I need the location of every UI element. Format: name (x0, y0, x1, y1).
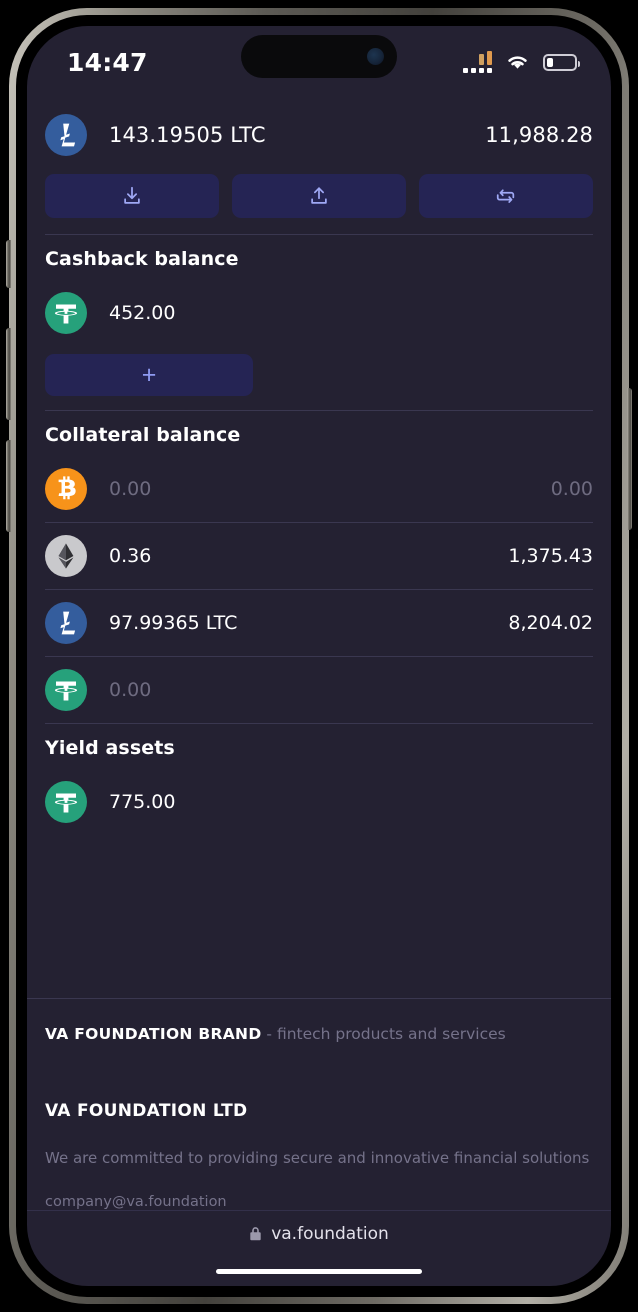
phone-frame: 14:47 143.19505 LTC 11,988.28 Cashback b… (6, 8, 632, 1304)
volume-up-button[interactable] (6, 328, 11, 420)
tether-icon (45, 292, 87, 334)
yield-asset-row[interactable]: 775.00 (27, 769, 611, 835)
yield-section-title: Yield assets (45, 737, 175, 759)
wifi-icon (508, 56, 527, 69)
main-balance-fiat: 11,988.28 (485, 123, 593, 147)
lock-icon (249, 1226, 262, 1241)
cellular-bars-icon (463, 51, 492, 73)
power-button[interactable] (627, 388, 632, 530)
app-content: 143.19505 LTC 11,988.28 Cashback balance… (27, 98, 611, 1210)
status-bar-time: 14:47 (67, 47, 148, 77)
footer-brand-line: VA FOUNDATION BRAND - fintech products a… (45, 999, 593, 1043)
footer: VA FOUNDATION BRAND - fintech products a… (27, 999, 611, 1210)
main-balance-amount: 143.19505 LTC (109, 123, 266, 147)
main-balance-row[interactable]: 143.19505 LTC 11,988.28 (27, 98, 611, 174)
collateral-asset-fiat: 8,204.02 (508, 612, 593, 634)
action-button[interactable] (6, 240, 11, 288)
yield-asset-amount: 775.00 (109, 791, 176, 813)
footer-mission-text: We are committed to providing secure and… (45, 1149, 590, 1167)
footer-email[interactable]: company@va.foundation (45, 1167, 593, 1210)
table-row[interactable]: 0.00 0.00 (27, 456, 611, 522)
send-button[interactable] (232, 174, 406, 218)
action-buttons (27, 174, 611, 234)
ethereum-icon (45, 535, 87, 577)
footer-brand-name: VA FOUNDATION BRAND (45, 1025, 262, 1043)
upload-arrow-icon (311, 187, 327, 204)
volume-down-button[interactable] (6, 440, 11, 532)
status-bar-icons (463, 51, 580, 73)
table-row[interactable]: 97.99365 LTC 8,204.02 (27, 590, 611, 656)
collateral-asset-amount: 0.00 (109, 478, 152, 500)
home-indicator[interactable] (216, 1268, 422, 1274)
receive-button[interactable] (45, 174, 219, 218)
collateral-asset-amount: 0.36 (109, 545, 152, 567)
browser-url-text: va.foundation (271, 1223, 389, 1244)
phone-bezel: 14:47 143.19505 LTC 11,988.28 Cashback b… (16, 15, 622, 1297)
swap-button[interactable] (419, 174, 593, 218)
dynamic-island (241, 35, 397, 78)
litecoin-icon (45, 602, 87, 644)
swap-arrows-icon (496, 189, 515, 203)
phone-screen: 14:47 143.19505 LTC 11,988.28 Cashback b… (27, 26, 611, 1286)
table-row[interactable]: 0.36 1,375.43 (27, 523, 611, 589)
tether-icon (45, 781, 87, 823)
tether-icon (45, 669, 87, 711)
footer-brand-tagline: - fintech products and services (261, 1025, 506, 1043)
table-row[interactable]: 0.00 (27, 657, 611, 723)
status-bar: 14:47 (27, 26, 611, 98)
litecoin-icon (45, 114, 87, 156)
browser-url-bar[interactable]: va.foundation (27, 1210, 611, 1256)
cashback-asset-row[interactable]: 452.00 (27, 280, 611, 346)
collateral-asset-fiat: 0.00 (550, 478, 593, 500)
cashback-asset-amount: 452.00 (109, 302, 176, 324)
home-indicator-area (27, 1256, 611, 1286)
bitcoin-icon (45, 468, 87, 510)
face-id-sensor-icon (367, 48, 384, 65)
download-arrow-icon (124, 186, 140, 204)
cashback-section-title: Cashback balance (45, 248, 239, 270)
collateral-asset-fiat: 1,375.43 (508, 545, 593, 567)
collateral-asset-amount: 0.00 (109, 679, 152, 701)
add-cashback-button[interactable]: + (45, 354, 253, 396)
collateral-asset-amount: 97.99365 LTC (109, 612, 238, 634)
battery-low-icon (543, 53, 580, 71)
footer-company-name: VA FOUNDATION LTD (45, 1101, 248, 1121)
collateral-section-title: Collateral balance (45, 424, 241, 446)
